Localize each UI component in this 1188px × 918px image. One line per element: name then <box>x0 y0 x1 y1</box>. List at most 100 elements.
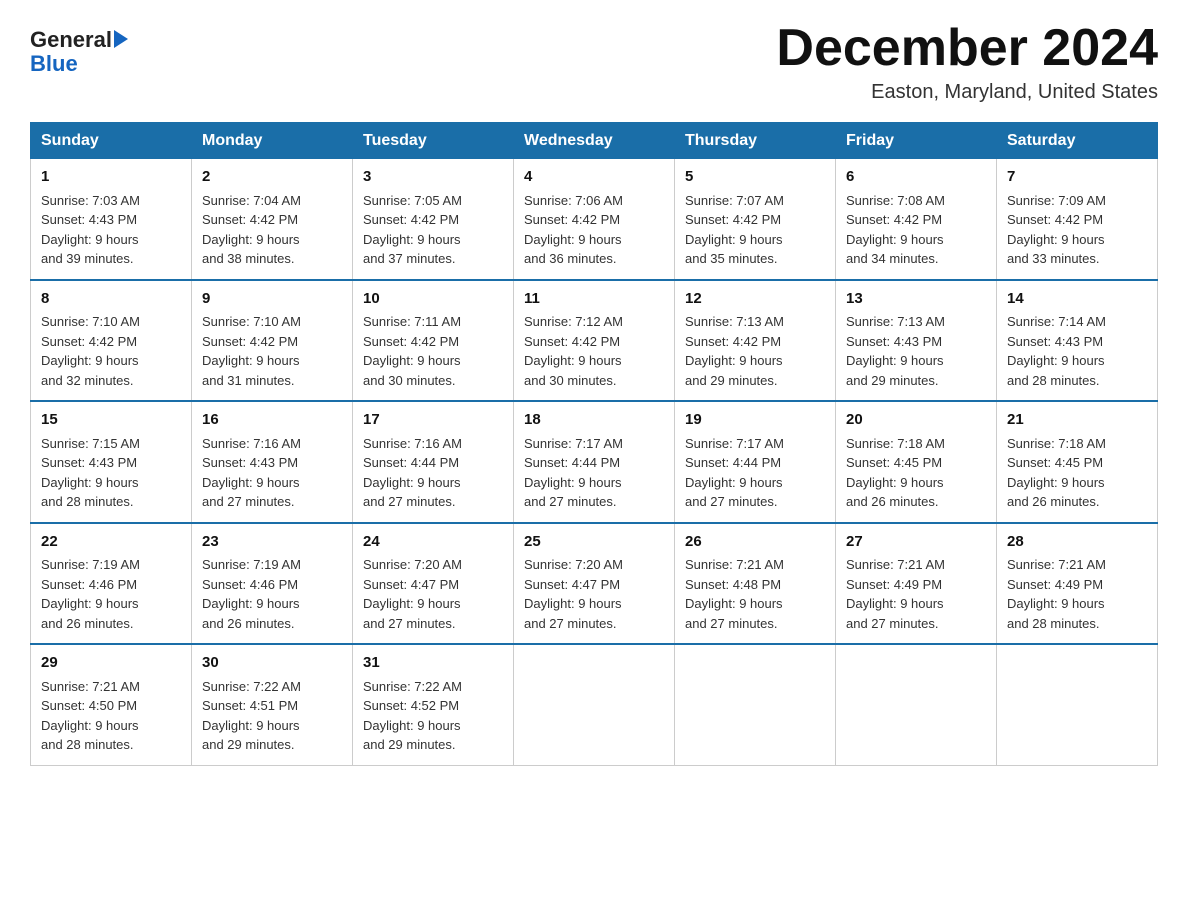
calendar-header: Sunday Monday Tuesday Wednesday Thursday… <box>31 123 1158 159</box>
day-number: 1 <box>41 166 181 189</box>
table-row: 6Sunrise: 7:08 AMSunset: 4:42 PMDaylight… <box>836 159 997 280</box>
table-row: 13Sunrise: 7:13 AMSunset: 4:43 PMDayligh… <box>836 280 997 402</box>
day-info: Sunrise: 7:10 AMSunset: 4:42 PMDaylight:… <box>202 312 342 390</box>
table-row: 8Sunrise: 7:10 AMSunset: 4:42 PMDaylight… <box>31 280 192 402</box>
day-number: 30 <box>202 652 342 675</box>
day-number: 2 <box>202 166 342 189</box>
day-number: 13 <box>846 288 986 311</box>
day-info: Sunrise: 7:19 AMSunset: 4:46 PMDaylight:… <box>202 555 342 633</box>
calendar-week-row: 29Sunrise: 7:21 AMSunset: 4:50 PMDayligh… <box>31 644 1158 765</box>
day-number: 10 <box>363 288 503 311</box>
day-info: Sunrise: 7:19 AMSunset: 4:46 PMDaylight:… <box>41 555 181 633</box>
logo: General Blue <box>30 28 128 76</box>
day-info: Sunrise: 7:14 AMSunset: 4:43 PMDaylight:… <box>1007 312 1147 390</box>
day-number: 21 <box>1007 409 1147 432</box>
day-number: 11 <box>524 288 664 311</box>
table-row: 29Sunrise: 7:21 AMSunset: 4:50 PMDayligh… <box>31 644 192 765</box>
day-info: Sunrise: 7:20 AMSunset: 4:47 PMDaylight:… <box>524 555 664 633</box>
day-info: Sunrise: 7:18 AMSunset: 4:45 PMDaylight:… <box>846 434 986 512</box>
day-info: Sunrise: 7:05 AMSunset: 4:42 PMDaylight:… <box>363 191 503 269</box>
month-title: December 2024 <box>776 20 1158 77</box>
location-subtitle: Easton, Maryland, United States <box>776 81 1158 104</box>
header-wednesday: Wednesday <box>514 123 675 159</box>
day-info: Sunrise: 7:18 AMSunset: 4:45 PMDaylight:… <box>1007 434 1147 512</box>
header-thursday: Thursday <box>675 123 836 159</box>
day-info: Sunrise: 7:17 AMSunset: 4:44 PMDaylight:… <box>524 434 664 512</box>
header-friday: Friday <box>836 123 997 159</box>
day-number: 15 <box>41 409 181 432</box>
calendar-week-row: 22Sunrise: 7:19 AMSunset: 4:46 PMDayligh… <box>31 523 1158 645</box>
table-row: 23Sunrise: 7:19 AMSunset: 4:46 PMDayligh… <box>192 523 353 645</box>
day-number: 29 <box>41 652 181 675</box>
day-number: 20 <box>846 409 986 432</box>
day-number: 5 <box>685 166 825 189</box>
table-row: 30Sunrise: 7:22 AMSunset: 4:51 PMDayligh… <box>192 644 353 765</box>
day-info: Sunrise: 7:10 AMSunset: 4:42 PMDaylight:… <box>41 312 181 390</box>
day-number: 27 <box>846 531 986 554</box>
day-number: 8 <box>41 288 181 311</box>
table-row: 21Sunrise: 7:18 AMSunset: 4:45 PMDayligh… <box>997 401 1158 523</box>
table-row: 9Sunrise: 7:10 AMSunset: 4:42 PMDaylight… <box>192 280 353 402</box>
day-number: 4 <box>524 166 664 189</box>
table-row: 24Sunrise: 7:20 AMSunset: 4:47 PMDayligh… <box>353 523 514 645</box>
table-row <box>997 644 1158 765</box>
day-number: 12 <box>685 288 825 311</box>
title-area: December 2024 Easton, Maryland, United S… <box>776 20 1158 104</box>
table-row: 31Sunrise: 7:22 AMSunset: 4:52 PMDayligh… <box>353 644 514 765</box>
table-row: 25Sunrise: 7:20 AMSunset: 4:47 PMDayligh… <box>514 523 675 645</box>
day-info: Sunrise: 7:07 AMSunset: 4:42 PMDaylight:… <box>685 191 825 269</box>
table-row: 17Sunrise: 7:16 AMSunset: 4:44 PMDayligh… <box>353 401 514 523</box>
page-header: General Blue December 2024 Easton, Maryl… <box>30 20 1158 104</box>
day-info: Sunrise: 7:21 AMSunset: 4:50 PMDaylight:… <box>41 677 181 755</box>
day-info: Sunrise: 7:13 AMSunset: 4:42 PMDaylight:… <box>685 312 825 390</box>
header-tuesday: Tuesday <box>353 123 514 159</box>
header-monday: Monday <box>192 123 353 159</box>
day-number: 7 <box>1007 166 1147 189</box>
table-row <box>836 644 997 765</box>
table-row: 7Sunrise: 7:09 AMSunset: 4:42 PMDaylight… <box>997 159 1158 280</box>
calendar-week-row: 1Sunrise: 7:03 AMSunset: 4:43 PMDaylight… <box>31 159 1158 280</box>
day-number: 18 <box>524 409 664 432</box>
table-row: 26Sunrise: 7:21 AMSunset: 4:48 PMDayligh… <box>675 523 836 645</box>
day-number: 25 <box>524 531 664 554</box>
table-row: 27Sunrise: 7:21 AMSunset: 4:49 PMDayligh… <box>836 523 997 645</box>
table-row: 14Sunrise: 7:14 AMSunset: 4:43 PMDayligh… <box>997 280 1158 402</box>
day-number: 26 <box>685 531 825 554</box>
header-saturday: Saturday <box>997 123 1158 159</box>
calendar-week-row: 15Sunrise: 7:15 AMSunset: 4:43 PMDayligh… <box>31 401 1158 523</box>
day-number: 23 <box>202 531 342 554</box>
day-number: 16 <box>202 409 342 432</box>
day-number: 31 <box>363 652 503 675</box>
day-info: Sunrise: 7:11 AMSunset: 4:42 PMDaylight:… <box>363 312 503 390</box>
day-info: Sunrise: 7:12 AMSunset: 4:42 PMDaylight:… <box>524 312 664 390</box>
table-row: 22Sunrise: 7:19 AMSunset: 4:46 PMDayligh… <box>31 523 192 645</box>
day-info: Sunrise: 7:03 AMSunset: 4:43 PMDaylight:… <box>41 191 181 269</box>
day-info: Sunrise: 7:06 AMSunset: 4:42 PMDaylight:… <box>524 191 664 269</box>
logo-line1: General <box>30 28 128 52</box>
day-info: Sunrise: 7:21 AMSunset: 4:48 PMDaylight:… <box>685 555 825 633</box>
day-info: Sunrise: 7:22 AMSunset: 4:51 PMDaylight:… <box>202 677 342 755</box>
day-number: 28 <box>1007 531 1147 554</box>
table-row: 20Sunrise: 7:18 AMSunset: 4:45 PMDayligh… <box>836 401 997 523</box>
table-row: 28Sunrise: 7:21 AMSunset: 4:49 PMDayligh… <box>997 523 1158 645</box>
logo-line2: Blue <box>30 52 78 76</box>
table-row: 16Sunrise: 7:16 AMSunset: 4:43 PMDayligh… <box>192 401 353 523</box>
logo-arrow-icon <box>114 30 128 48</box>
day-info: Sunrise: 7:08 AMSunset: 4:42 PMDaylight:… <box>846 191 986 269</box>
day-info: Sunrise: 7:15 AMSunset: 4:43 PMDaylight:… <box>41 434 181 512</box>
day-info: Sunrise: 7:20 AMSunset: 4:47 PMDaylight:… <box>363 555 503 633</box>
table-row: 1Sunrise: 7:03 AMSunset: 4:43 PMDaylight… <box>31 159 192 280</box>
table-row <box>675 644 836 765</box>
table-row: 18Sunrise: 7:17 AMSunset: 4:44 PMDayligh… <box>514 401 675 523</box>
day-number: 9 <box>202 288 342 311</box>
day-number: 22 <box>41 531 181 554</box>
day-info: Sunrise: 7:04 AMSunset: 4:42 PMDaylight:… <box>202 191 342 269</box>
table-row: 5Sunrise: 7:07 AMSunset: 4:42 PMDaylight… <box>675 159 836 280</box>
day-info: Sunrise: 7:09 AMSunset: 4:42 PMDaylight:… <box>1007 191 1147 269</box>
table-row <box>514 644 675 765</box>
table-row: 3Sunrise: 7:05 AMSunset: 4:42 PMDaylight… <box>353 159 514 280</box>
day-info: Sunrise: 7:21 AMSunset: 4:49 PMDaylight:… <box>846 555 986 633</box>
calendar-week-row: 8Sunrise: 7:10 AMSunset: 4:42 PMDaylight… <box>31 280 1158 402</box>
table-row: 19Sunrise: 7:17 AMSunset: 4:44 PMDayligh… <box>675 401 836 523</box>
day-info: Sunrise: 7:21 AMSunset: 4:49 PMDaylight:… <box>1007 555 1147 633</box>
